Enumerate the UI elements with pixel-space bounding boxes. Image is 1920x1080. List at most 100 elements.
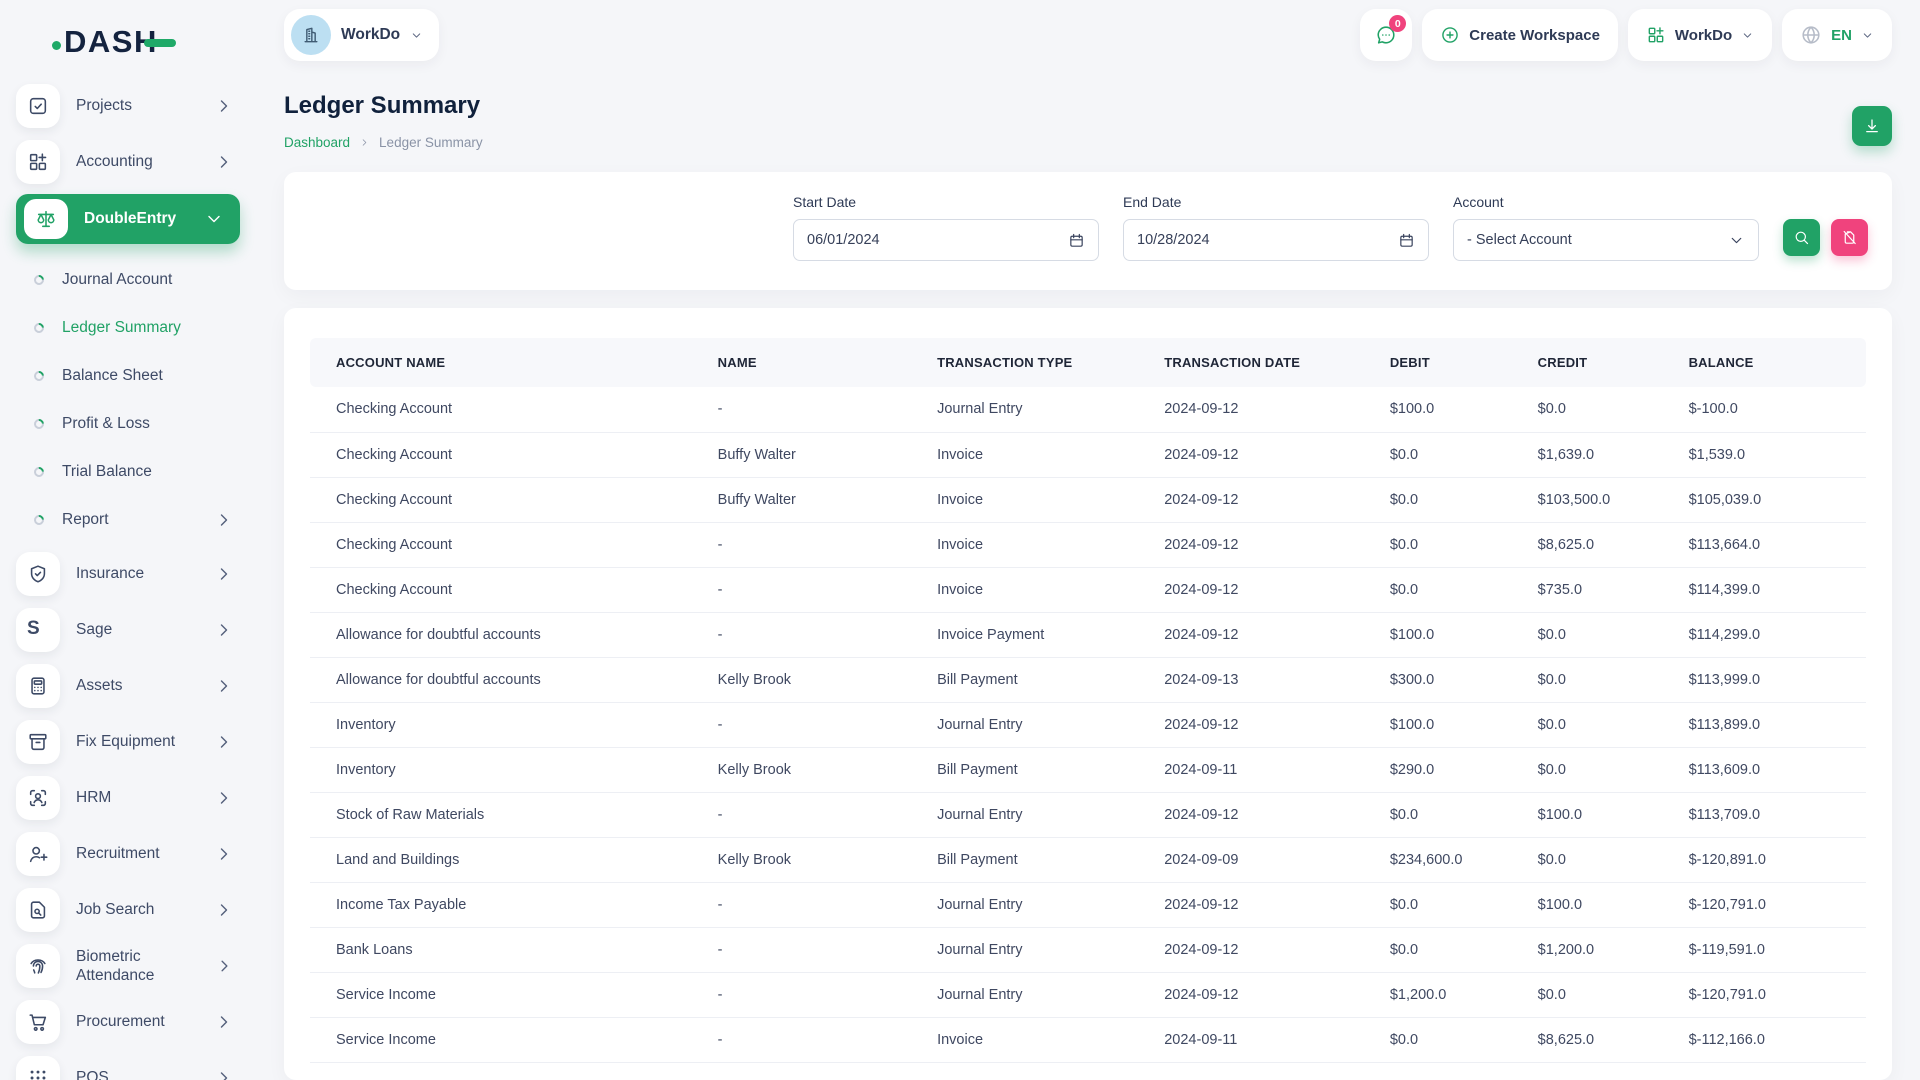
workspace-menu-button[interactable]: WorkDo: [1628, 9, 1772, 61]
messages-badge: 0: [1389, 15, 1406, 32]
grid-plus-icon: [1646, 25, 1666, 45]
account-label: Account: [1453, 194, 1759, 210]
table-cell: $0.0: [1524, 387, 1675, 432]
language-button[interactable]: EN: [1782, 9, 1892, 61]
sidebar-item-hrm[interactable]: HRM: [16, 774, 260, 822]
sidebar-item-fix-equipment[interactable]: Fix Equipment: [16, 718, 260, 766]
app-logo[interactable]: DASH: [0, 14, 260, 70]
table-row: Checking AccountBuffy WalterInvoice2024-…: [310, 432, 1866, 477]
table-cell: Invoice Payment: [923, 612, 1150, 657]
filter-reset-button[interactable]: [1831, 219, 1868, 256]
sidebar-item-label: Assets: [76, 676, 123, 695]
sidebar-subitem-balance-sheet[interactable]: Balance Sheet: [16, 352, 260, 400]
table-row: Checking Account-Journal Entry2024-09-12…: [310, 387, 1866, 432]
sidebar-item-sage[interactable]: SSage: [16, 606, 260, 654]
sidebar-item-label: Procurement: [76, 1012, 165, 1031]
sidebar-item-biometric-attendance[interactable]: Biometric Attendance: [16, 942, 260, 990]
chevron-down-icon: [410, 29, 423, 42]
sidebar-item-job-search[interactable]: Job Search: [16, 886, 260, 934]
table-cell: Service Income: [310, 972, 704, 1017]
table-cell: $113,999.0: [1675, 657, 1866, 702]
table-cell: $100.0: [1376, 702, 1524, 747]
sidebar-item-pos[interactable]: POS: [16, 1054, 260, 1080]
table-cell: -: [704, 972, 923, 1017]
table-cell: Journal Entry: [923, 702, 1150, 747]
calendar-icon: [1068, 232, 1085, 249]
breadcrumb-dashboard-link[interactable]: Dashboard: [284, 135, 350, 150]
table-cell: Invoice: [923, 432, 1150, 477]
sidebar-item-doubleentry[interactable]: DoubleEntry: [16, 194, 240, 244]
chevron-right-icon: [214, 96, 234, 116]
calculator-icon: [16, 664, 60, 708]
filter-search-button[interactable]: [1783, 219, 1820, 256]
table-cell: $1,200.0: [1524, 927, 1675, 972]
account-select[interactable]: - Select Account: [1453, 219, 1759, 261]
table-cell: $-120,791.0: [1675, 972, 1866, 1017]
workspace-selector[interactable]: WorkDo: [284, 9, 439, 61]
table-cell: $113,899.0: [1675, 702, 1866, 747]
shield-check-icon: [16, 552, 60, 596]
table-cell: Invoice: [923, 567, 1150, 612]
table-cell: Checking Account: [310, 567, 704, 612]
sidebar-subitem-journal-account[interactable]: Journal Account: [16, 256, 260, 304]
start-date-input[interactable]: 06/01/2024: [793, 219, 1099, 261]
sidebar-subitem-report[interactable]: Report: [16, 496, 260, 544]
sidebar-item-accounting[interactable]: Accounting: [16, 138, 260, 186]
plus-circle-icon: [1440, 25, 1460, 45]
export-download-button[interactable]: [1852, 106, 1892, 146]
language-code: EN: [1831, 27, 1852, 44]
table-row: Income Tax Payable-Journal Entry2024-09-…: [310, 882, 1866, 927]
sidebar-item-recruitment[interactable]: Recruitment: [16, 830, 260, 878]
end-date-input[interactable]: 10/28/2024: [1123, 219, 1429, 261]
chevron-right-icon: [204, 209, 224, 229]
column-header-name: NAME: [704, 338, 923, 387]
table-cell: $234,600.0: [1376, 837, 1524, 882]
table-cell: -: [704, 792, 923, 837]
chevron-right-icon: [214, 788, 234, 808]
sidebar-subitem-profit-loss[interactable]: Profit & Loss: [16, 400, 260, 448]
end-date-label: End Date: [1123, 194, 1429, 210]
table-cell: -: [704, 927, 923, 972]
table-cell: $-100.0: [1675, 387, 1866, 432]
sidebar-item-insurance[interactable]: Insurance: [16, 550, 260, 598]
archive-icon: [16, 720, 60, 764]
table-cell: $114,299.0: [1675, 612, 1866, 657]
building-icon: [301, 25, 321, 45]
table-cell: $113,709.0: [1675, 792, 1866, 837]
table-cell: $103,500.0: [1524, 477, 1675, 522]
table-cell: $0.0: [1524, 657, 1675, 702]
table-cell: 2024-09-12: [1150, 567, 1376, 612]
sidebar-submenu: Journal Account Ledger SummaryBalance She…: [16, 252, 260, 550]
table-cell: -: [704, 612, 923, 657]
sidebar-item-label: Fix Equipment: [76, 732, 175, 751]
table-cell: $-112,166.0: [1675, 1017, 1866, 1062]
user-scan-icon: [16, 776, 60, 820]
workspace-menu-label: WorkDo: [1675, 27, 1732, 44]
table-cell: $0.0: [1524, 972, 1675, 1017]
sidebar-item-projects[interactable]: Projects: [16, 82, 260, 130]
create-workspace-button[interactable]: Create Workspace: [1422, 9, 1618, 61]
table-body: Checking Account-Journal Entry2024-09-12…: [310, 387, 1866, 1062]
sidebar-subitem-ledger-summary[interactable]: Ledger Summary: [16, 304, 260, 352]
sidebar-item-label: Recruitment: [76, 844, 160, 863]
sidebar-subitem-trial-balance[interactable]: Trial Balance: [16, 448, 260, 496]
chevron-right-icon: [214, 1068, 234, 1080]
cart-icon: [16, 1000, 60, 1044]
table-cell: $100.0: [1376, 612, 1524, 657]
table-cell: $0.0: [1376, 432, 1524, 477]
chevron-right-icon: [214, 900, 234, 920]
breadcrumb: Dashboard Ledger Summary: [284, 135, 483, 150]
sidebar-item-label: Sage: [76, 620, 112, 639]
sidebar-item-label: POS: [76, 1068, 109, 1080]
sidebar: DASH Projects Accounting DoubleEntry Journa…: [0, 0, 260, 1080]
messages-button[interactable]: 0: [1360, 9, 1412, 61]
table-cell: Checking Account: [310, 432, 704, 477]
sidebar-item-procurement[interactable]: Procurement: [16, 998, 260, 1046]
table-cell: $0.0: [1376, 792, 1524, 837]
sidebar-item-assets[interactable]: Assets: [16, 662, 260, 710]
table-cell: $8,625.0: [1524, 1017, 1675, 1062]
table-row: Checking Account-Invoice2024-09-12$0.0$7…: [310, 567, 1866, 612]
table-row: InventoryKelly BrookBill Payment2024-09-…: [310, 747, 1866, 792]
sidebar-subitem-label: Journal Account: [62, 271, 172, 289]
bullet-icon: [32, 417, 46, 431]
